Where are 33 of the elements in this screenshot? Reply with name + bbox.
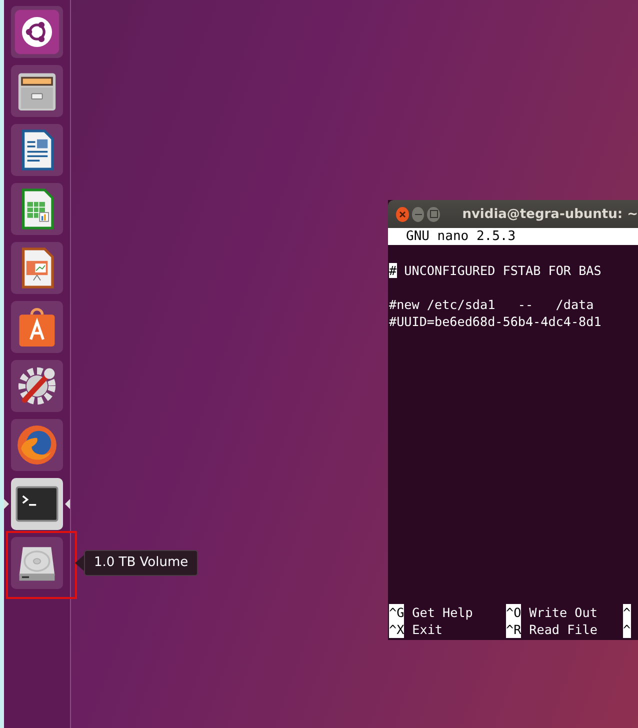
- editor-version: GNU nano 2.5.3: [406, 229, 516, 244]
- calc-launcher-button[interactable]: [11, 183, 63, 235]
- maximize-button[interactable]: [427, 206, 440, 222]
- close-icon: [398, 210, 406, 218]
- dash-launcher-button[interactable]: [11, 6, 63, 58]
- shortcut-key: ^G: [389, 604, 404, 621]
- circle-logo-icon: [14, 9, 60, 55]
- focus-arrow-icon: [65, 499, 70, 509]
- shortcut-key: ^: [623, 621, 631, 638]
- shortcut-key: ^O: [506, 604, 522, 621]
- shortcut-label: Exit: [412, 621, 443, 638]
- drive-launcher-button[interactable]: [11, 537, 63, 589]
- shortcut-key: ^: [623, 604, 631, 621]
- terminal-launcher-button[interactable]: [11, 478, 63, 530]
- shortcut-label: Write Out: [529, 604, 598, 621]
- shortcut-key: ^X: [389, 621, 404, 638]
- files-launcher-button[interactable]: [11, 65, 63, 117]
- writer-launcher-button[interactable]: [11, 124, 63, 176]
- minimize-button[interactable]: [412, 206, 424, 222]
- settings-launcher-button[interactable]: [11, 360, 63, 412]
- text-cursor: #: [389, 263, 397, 278]
- close-button[interactable]: [396, 206, 409, 222]
- impress-launcher-button[interactable]: [11, 242, 63, 294]
- shortcut-label: Read File: [529, 621, 598, 638]
- file-line: #UUID=be6ed68d-56b4-4dc4-8d1: [389, 314, 602, 329]
- highlight-frame: [6, 531, 77, 599]
- browser-launcher-button[interactable]: [11, 419, 63, 471]
- store-launcher-button[interactable]: [11, 301, 63, 353]
- file-line: #new /etc/sda1 -- /data: [389, 297, 594, 312]
- shortcut-label: Get Help: [412, 604, 473, 621]
- window-title: nvidia@tegra-ubuntu: ~: [462, 206, 638, 222]
- tooltip: 1.0 TB Volume: [84, 550, 198, 576]
- file-line: UNCONFIGURED FSTAB FOR BAS: [403, 263, 602, 278]
